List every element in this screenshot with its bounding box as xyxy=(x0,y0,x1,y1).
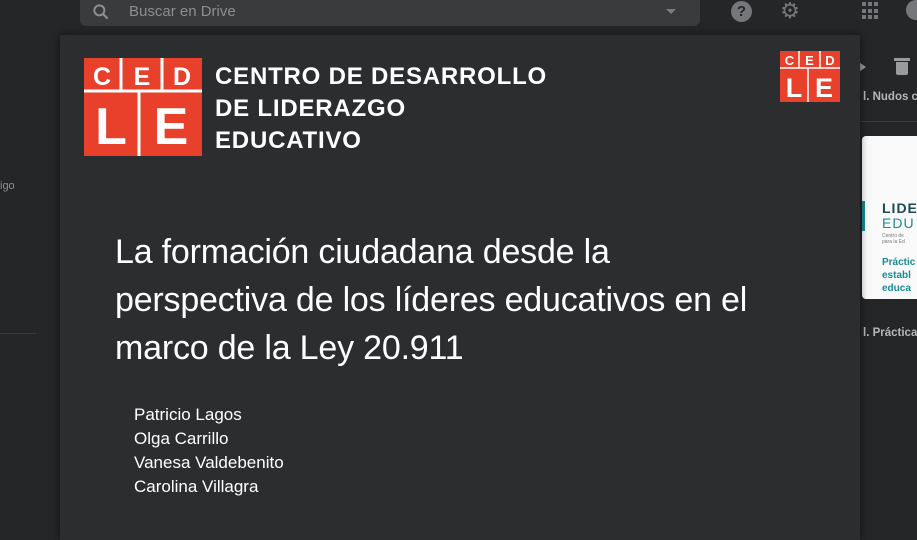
sidebar-item-label[interactable]: igo xyxy=(0,180,15,192)
logo-wordmark: CENTRO DE DESARROLLO DE LIDERAZGO EDUCAT… xyxy=(215,61,547,157)
search-input[interactable]: Buscar en Drive xyxy=(129,3,236,20)
author-name: Vanesa Valdebenito xyxy=(134,453,284,472)
logo-letter: E xyxy=(134,63,151,91)
cedle-logo: C E D L E xyxy=(84,58,202,156)
slide-title: La formación ciudadana desde la perspect… xyxy=(115,228,835,372)
search-bar[interactable]: Buscar en Drive xyxy=(80,0,700,26)
trash-icon[interactable] xyxy=(894,58,910,75)
author-name: Patricio Lagos xyxy=(134,405,242,424)
logo-letter: L xyxy=(786,73,803,102)
thumbnail-heading: LIDE xyxy=(882,200,917,216)
thumbnail-text: establ xyxy=(882,270,911,281)
thumbnail-caption: para la Ed xyxy=(882,239,905,245)
author-name: Olga Carrillo xyxy=(134,429,229,448)
thumbnail-text: Práctic xyxy=(882,257,916,268)
logo-letter: D xyxy=(173,63,191,91)
search-icon[interactable] xyxy=(91,2,111,22)
file-thumbnail[interactable]: LIDE EDU Centro de para la Ed Práctic es… xyxy=(862,136,917,299)
cedle-logo-small: C E D L E xyxy=(780,51,840,102)
file-title[interactable]: l. Práctica xyxy=(863,327,917,339)
slide-preview: C E D L E CENTRO DE DESARROLLO DE LIDERA… xyxy=(60,35,860,540)
thumbnail-subheading: EDU xyxy=(882,215,915,231)
file-title[interactable]: l. Nudos c xyxy=(863,91,917,103)
logo-letter: E xyxy=(154,98,189,156)
gear-icon[interactable]: ⚙ xyxy=(779,0,801,22)
apps-grid-icon[interactable] xyxy=(862,2,880,20)
logo-name-line: DE LIDERAZGO xyxy=(215,95,406,122)
thumbnail-text: educa xyxy=(882,283,911,294)
logo-letter: L xyxy=(95,98,127,156)
chevron-down-icon[interactable] xyxy=(666,9,676,14)
authors-list: Patricio Lagos Olga Carrillo Vanesa Vald… xyxy=(134,403,284,499)
drive-topbar: Buscar en Drive ? ⚙ xyxy=(0,0,917,30)
divider xyxy=(860,121,917,122)
logo-letter: C xyxy=(93,63,111,91)
author-name: Carolina Villagra xyxy=(134,477,259,496)
help-icon[interactable]: ? xyxy=(731,1,752,22)
logo-letter: E xyxy=(815,73,833,102)
logo-letter: E xyxy=(805,53,814,68)
slide-title-line: perspectiva de los líderes educativos en… xyxy=(115,281,748,319)
logo-name-line: CENTRO DE DESARROLLO xyxy=(215,63,548,90)
logo-name-line: EDUCATIVO xyxy=(215,127,362,154)
logo-letter: C xyxy=(785,53,795,68)
sidebar-divider xyxy=(0,333,36,334)
account-icon[interactable] xyxy=(906,0,917,20)
slide-title-line: marco de la Ley 20.911 xyxy=(115,329,464,367)
thumbnail-accent-bar xyxy=(862,201,865,231)
logo-letter: D xyxy=(825,53,834,68)
slide-title-line: La formación ciudadana desde la xyxy=(115,233,610,271)
